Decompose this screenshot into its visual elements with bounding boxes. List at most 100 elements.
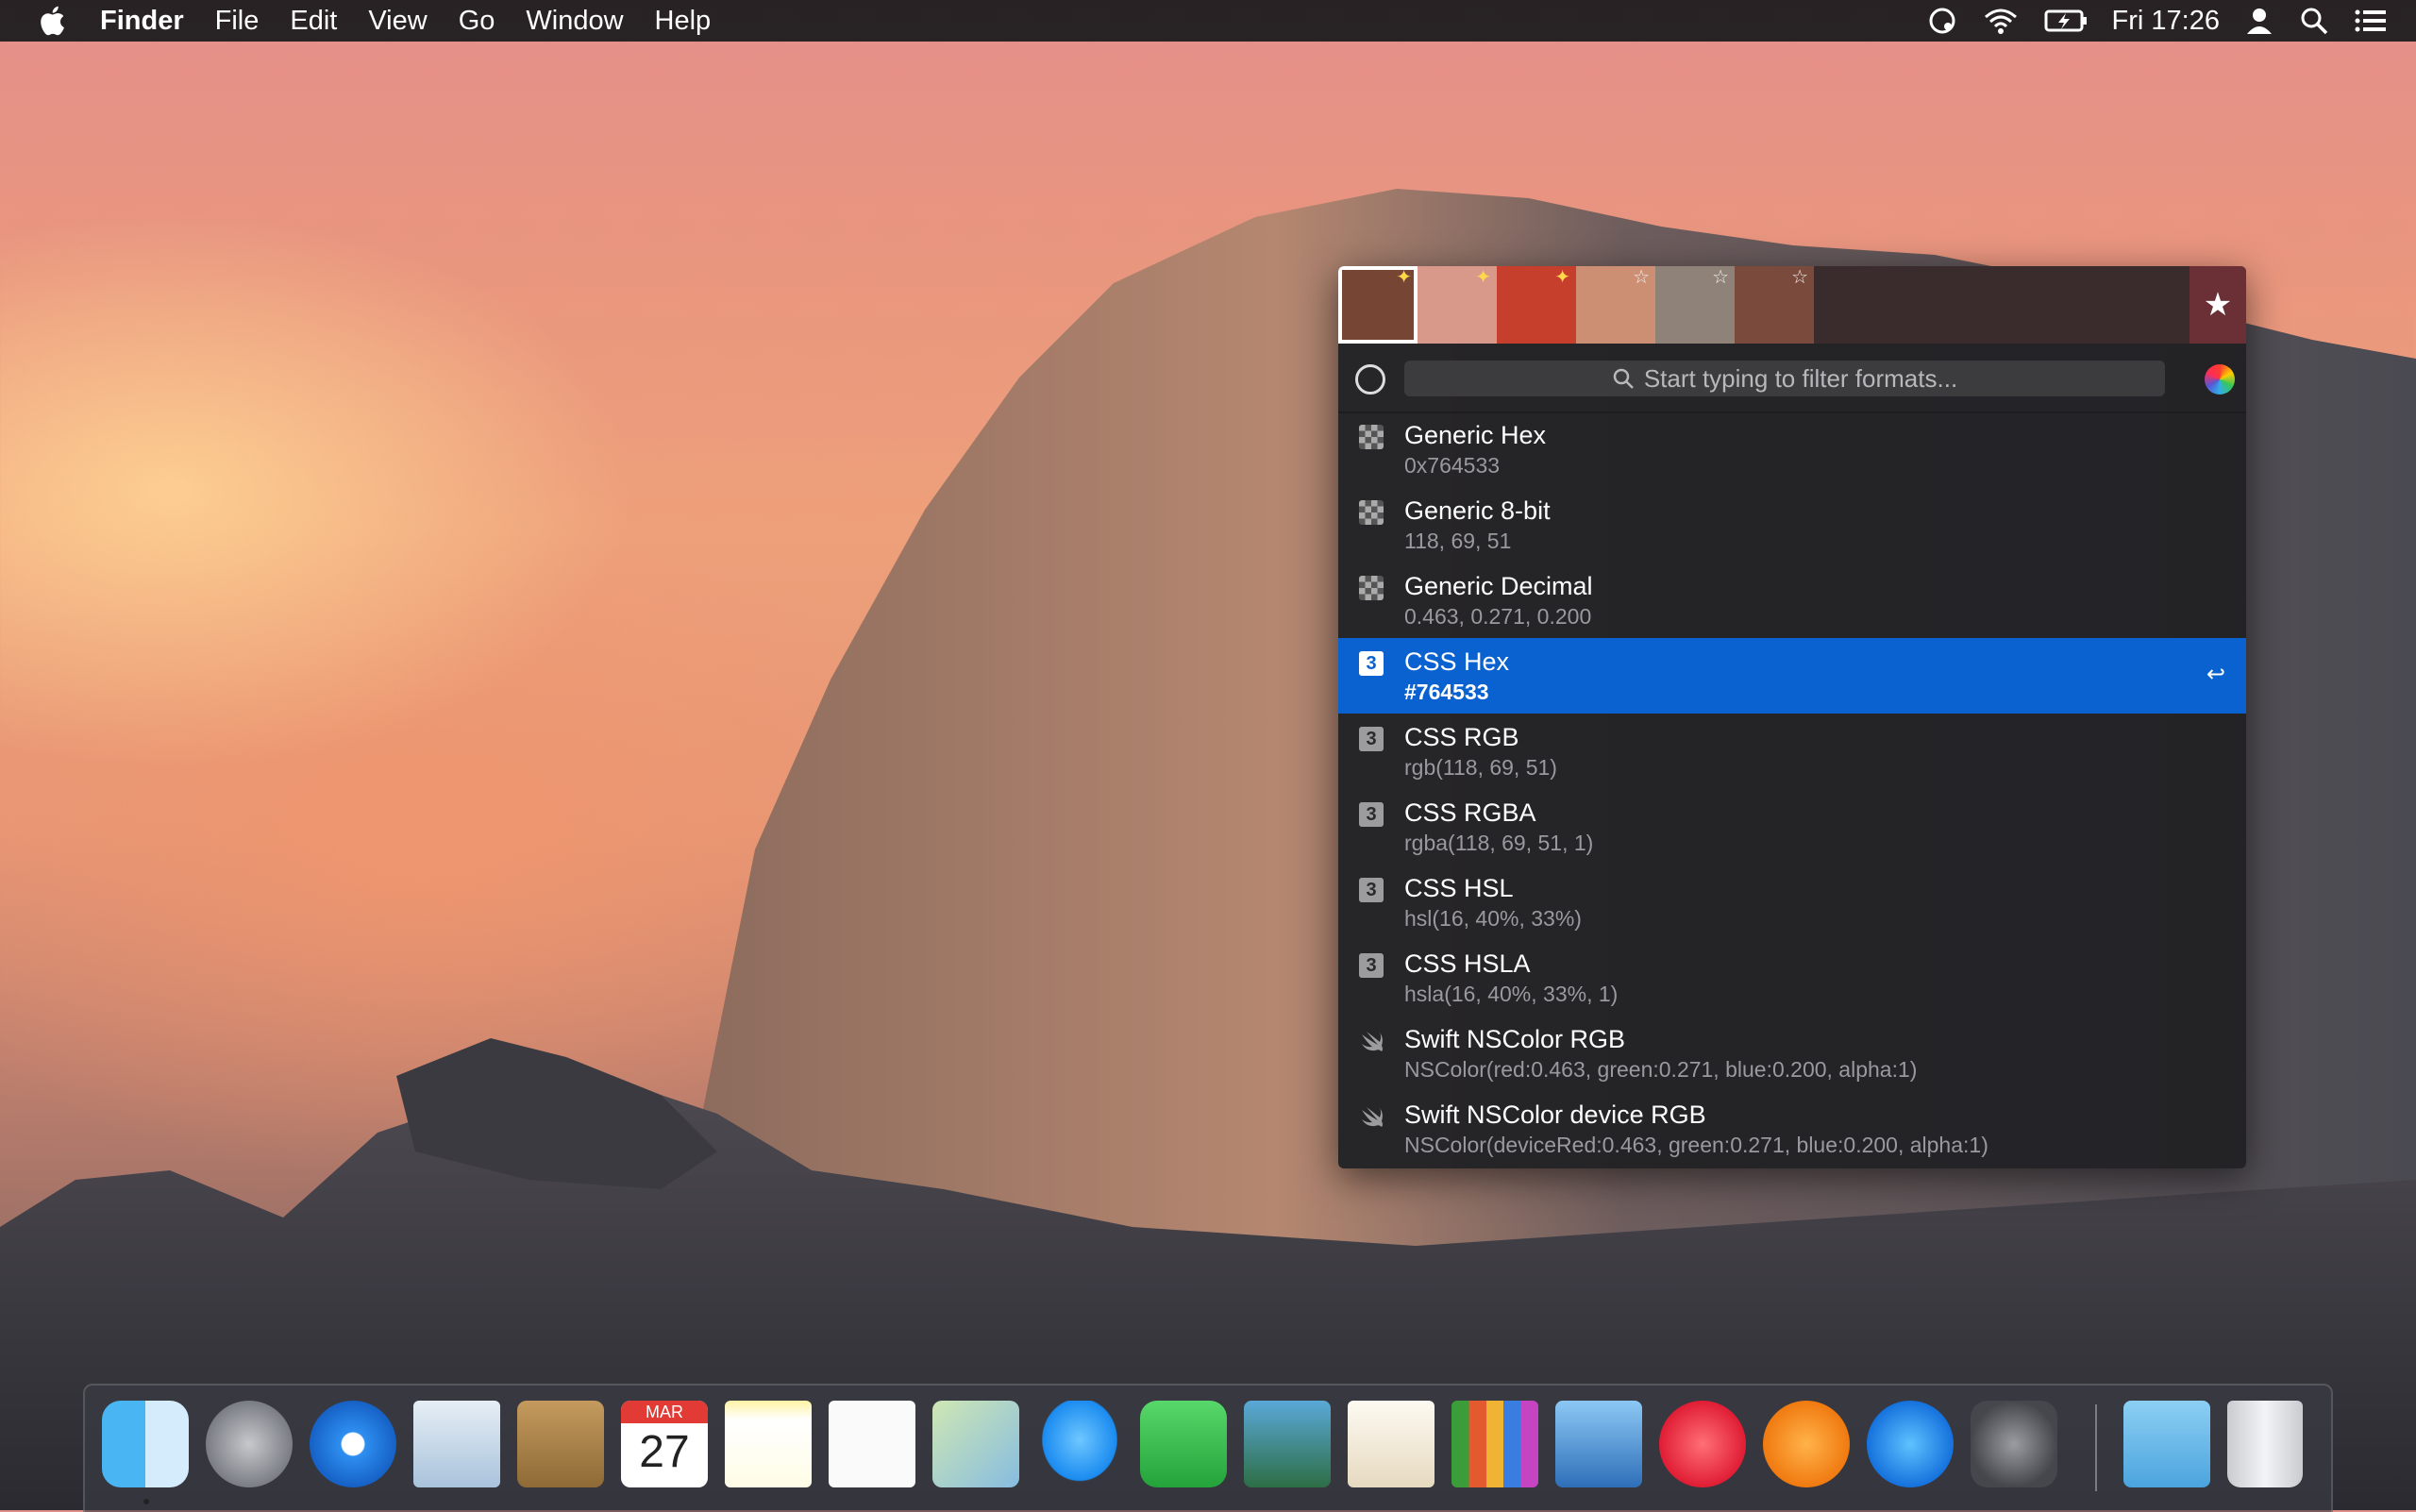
format-value: rgb(118, 69, 51): [1404, 755, 1557, 780]
search-row: Start typing to filter formats...: [1338, 344, 2246, 413]
color-swatch-4[interactable]: ☆: [1576, 266, 1655, 344]
itunes-icon[interactable]: [1659, 1401, 1746, 1487]
recent-colors-bar: ✦ ✦ ✦ ☆ ☆ ☆ ★: [1338, 266, 2246, 344]
numbers-icon[interactable]: [1451, 1401, 1538, 1487]
calendar-icon[interactable]: MAR 27: [621, 1401, 708, 1487]
format-row[interactable]: Generic Hex 0x764533: [1338, 412, 2246, 487]
color-swatch-3[interactable]: ✦: [1497, 266, 1576, 344]
format-name: CSS RGB: [1404, 723, 1519, 751]
css3-icon: 3: [1359, 802, 1384, 827]
format-value: NSColor(red:0.463, green:0.271, blue:0.2…: [1404, 1057, 1918, 1082]
keynote-icon[interactable]: [1555, 1401, 1642, 1487]
format-row[interactable]: 3 CSS HSL hsl(16, 40%, 33%): [1338, 865, 2246, 940]
safari-icon[interactable]: [310, 1401, 396, 1487]
launchpad-icon[interactable]: [206, 1401, 293, 1487]
menu-finder[interactable]: Finder: [100, 6, 184, 37]
facetime-icon[interactable]: [1140, 1401, 1227, 1487]
favorite-star-button[interactable]: ★: [2190, 266, 2246, 344]
color-swatch-2[interactable]: ✦: [1418, 266, 1497, 344]
swift-icon: [1362, 1031, 1383, 1051]
menu-window[interactable]: Window: [526, 6, 623, 37]
color-swatch-6[interactable]: ☆: [1735, 266, 1814, 344]
color-swatch-1[interactable]: ✦: [1338, 266, 1418, 344]
color-swatch-5[interactable]: ☆: [1655, 266, 1735, 344]
color-picker-status-icon[interactable]: [1927, 6, 1957, 36]
search-placeholder: Start typing to filter formats...: [1643, 363, 1958, 393]
menu-go[interactable]: Go: [459, 6, 495, 37]
format-value: #764533: [1404, 680, 1489, 704]
css3-icon: 3: [1359, 878, 1384, 902]
spotlight-search-icon[interactable]: [2299, 6, 2329, 36]
photo-booth-icon[interactable]: [1244, 1401, 1331, 1487]
format-list: Generic Hex 0x764533 Generic 8-bit 118, …: [1338, 412, 2246, 1167]
search-icon: [1613, 368, 1634, 389]
format-row[interactable]: 3 CSS RGBA rgba(118, 69, 51, 1): [1338, 789, 2246, 865]
format-value: hsl(16, 40%, 33%): [1404, 906, 1582, 931]
apple-menu-icon[interactable]: [36, 3, 72, 39]
css3-icon: 3: [1359, 651, 1384, 676]
menu-view[interactable]: View: [368, 6, 427, 37]
clock[interactable]: Fri 17:26: [2112, 6, 2220, 37]
format-name: CSS HSLA: [1404, 949, 1531, 978]
format-name: CSS HSL: [1404, 874, 1514, 902]
star-outline-icon: ☆: [1712, 267, 1729, 288]
contacts-icon[interactable]: [517, 1401, 604, 1487]
ibooks-icon[interactable]: [1763, 1401, 1850, 1487]
format-row[interactable]: 3 CSS HSLA hsla(16, 40%, 33%, 1): [1338, 940, 2246, 1016]
format-row-selected[interactable]: 3 CSS Hex #764533 ↩: [1338, 638, 2246, 714]
finder-icon[interactable]: [102, 1401, 189, 1487]
trash-icon[interactable]: [2227, 1401, 2303, 1487]
app-store-icon[interactable]: [1867, 1401, 1954, 1487]
color-picker-icon[interactable]: [1355, 364, 1385, 395]
format-row[interactable]: Swift NSColor device RGB NSColor(deviceR…: [1338, 1091, 2246, 1167]
dock: MAR 27: [83, 1384, 2333, 1512]
format-name: Generic Hex: [1404, 421, 1547, 449]
format-name: CSS RGBA: [1404, 798, 1536, 827]
menu-help[interactable]: Help: [655, 6, 712, 37]
reminders-icon[interactable]: [829, 1401, 915, 1487]
calendar-day: 27: [639, 1427, 690, 1477]
format-row[interactable]: Generic 8-bit 118, 69, 51: [1338, 487, 2246, 563]
checker-icon: [1359, 576, 1384, 600]
notification-center-icon[interactable]: [2354, 6, 2388, 36]
notes-icon[interactable]: [725, 1401, 812, 1487]
color-format-popup: ✦ ✦ ✦ ☆ ☆ ☆ ★ Start typing to filter for…: [1338, 266, 2246, 1168]
messages-icon[interactable]: [1036, 1401, 1123, 1487]
color-wheel-icon[interactable]: [2205, 364, 2235, 395]
format-row[interactable]: Generic Decimal 0.463, 0.271, 0.200: [1338, 563, 2246, 638]
spark-icon: ✦: [1554, 267, 1570, 288]
swift-icon: [1362, 1106, 1383, 1127]
format-row[interactable]: 3 CSS RGB rgb(118, 69, 51): [1338, 714, 2246, 789]
system-preferences-icon[interactable]: [1971, 1401, 2057, 1487]
wifi-icon[interactable]: [1982, 6, 2020, 36]
format-name: CSS Hex: [1404, 647, 1510, 676]
format-value: hsla(16, 40%, 33%, 1): [1404, 982, 1619, 1006]
format-name: Swift NSColor device RGB: [1404, 1100, 1706, 1129]
battery-charging-icon[interactable]: [2044, 8, 2088, 34]
format-value: rgba(118, 69, 51, 1): [1404, 831, 1594, 855]
format-row[interactable]: Swift NSColor RGB NSColor(red:0.463, gre…: [1338, 1016, 2246, 1091]
pages-icon[interactable]: [1348, 1401, 1434, 1487]
mail-icon[interactable]: [413, 1401, 500, 1487]
css3-icon: 3: [1359, 953, 1384, 978]
star-icon: ★: [2203, 287, 2233, 323]
search-input[interactable]: Start typing to filter formats...: [1404, 361, 2165, 396]
css3-icon: 3: [1359, 727, 1384, 751]
star-outline-icon: ☆: [1791, 267, 1808, 288]
downloads-folder-icon[interactable]: [2123, 1401, 2210, 1487]
format-name: Swift NSColor RGB: [1404, 1025, 1626, 1053]
format-value: NSColor(deviceRed:0.463, green:0.271, bl…: [1404, 1133, 1988, 1157]
spark-icon: ✦: [1475, 267, 1491, 288]
format-value: 0x764533: [1404, 453, 1501, 478]
return-key-icon: ↩: [2206, 662, 2225, 687]
menu-edit[interactable]: Edit: [290, 6, 337, 37]
maps-icon[interactable]: [932, 1401, 1019, 1487]
checker-icon: [1359, 500, 1384, 525]
format-value: 0.463, 0.271, 0.200: [1404, 604, 1592, 629]
dock-separator: [2095, 1404, 2097, 1491]
menu-file[interactable]: File: [215, 6, 260, 37]
user-icon[interactable]: [2244, 6, 2274, 36]
menu-bar: Finder File Edit View Go Window Help Fri…: [0, 0, 2416, 42]
format-value: 118, 69, 51: [1404, 529, 1512, 553]
spark-icon: ✦: [1396, 267, 1412, 288]
